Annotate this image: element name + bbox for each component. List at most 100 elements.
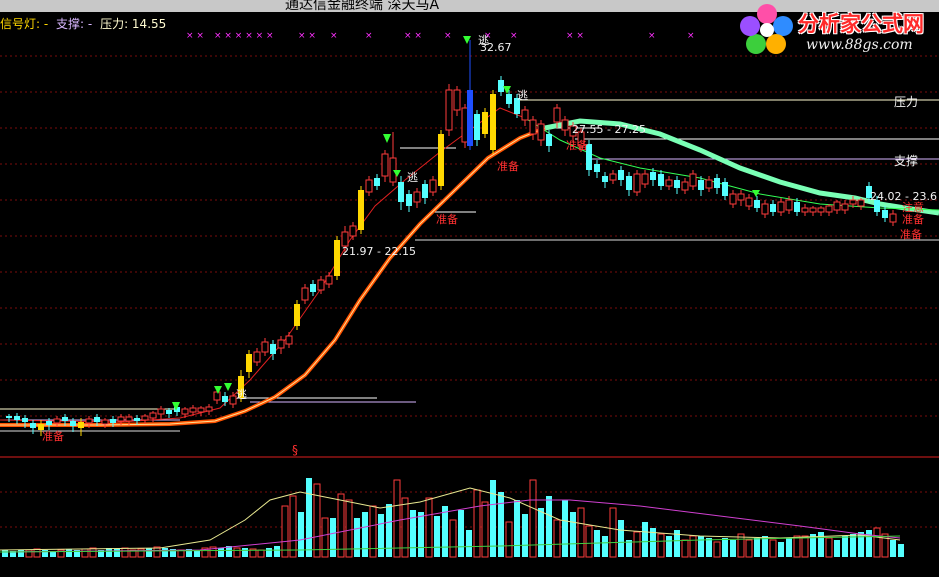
candle-body: [770, 204, 776, 212]
volume-bar: [713, 541, 721, 558]
escape-label: 逃: [236, 388, 247, 401]
volume-bar: [106, 548, 112, 557]
candle-body: [506, 94, 512, 104]
candle-body: [325, 275, 333, 285]
candle-body: [358, 190, 364, 230]
volume-bar: [769, 539, 777, 558]
candle-body: [745, 197, 753, 207]
candle-body: [365, 179, 373, 193]
volume-bar: [321, 517, 329, 558]
candle-body: [398, 182, 404, 202]
volume-bar: [266, 548, 272, 557]
prepare-label: 准备: [900, 228, 922, 241]
candle-body: [101, 419, 109, 425]
candle-body: [857, 199, 865, 207]
volume-bar: [546, 496, 552, 557]
candle-body: [445, 89, 453, 131]
pressure-readout: 压力: 14.55: [100, 17, 167, 31]
candle-body: [537, 123, 545, 141]
candle-body: [833, 201, 841, 211]
volume-bar: [602, 536, 608, 557]
candle-body: [453, 89, 461, 111]
volume-bar: [233, 547, 241, 558]
indicator-readout: 信号灯: - 支撑: - 压力: 14.55: [0, 15, 170, 31]
volume-bar: [577, 507, 585, 558]
volume-bar: [25, 549, 33, 558]
volume-bar: [66, 549, 72, 557]
volume-bar: [337, 493, 345, 558]
candle-body: [374, 178, 380, 186]
candle-body: [754, 200, 760, 208]
escape-label: 逃: [407, 171, 418, 184]
candle-body: [181, 408, 189, 415]
candle-body: [317, 279, 325, 291]
logo-url: www.88gs.com: [806, 37, 913, 53]
candle-body: [521, 109, 529, 121]
volume-bar: [522, 514, 528, 557]
candle-body: [794, 202, 800, 212]
kline-chart[interactable]: × × × × × × × × × × × × × × × × × × × × …: [0, 0, 939, 577]
candle-body: [253, 351, 261, 363]
magenta-marker-row: × × × × × × × × × × × × × × × × × × × × …: [186, 31, 695, 41]
volume-bar: [449, 519, 457, 558]
candle-body: [166, 410, 172, 414]
range-top-label: 27.55 - 27.25: [572, 123, 646, 136]
candle-body: [222, 396, 228, 402]
candle-body: [341, 231, 349, 247]
svg-text:× ×: × ×: [404, 31, 422, 41]
logo-title: 分析家公式网: [798, 12, 924, 36]
flower-icon: [740, 4, 793, 54]
volume-bar: [514, 500, 520, 557]
svg-text:× × × × × ×: × × × × × ×: [214, 31, 274, 41]
candle-body: [626, 176, 632, 190]
candle-body: [189, 407, 197, 413]
volume-bar: [642, 522, 648, 557]
prepare-label: 准备: [497, 160, 519, 173]
volume-bar: [281, 505, 289, 558]
pressure-tag: 压力: [894, 95, 919, 109]
volume-bar: [633, 531, 641, 558]
volume-bar: [442, 506, 448, 557]
candle-body: [30, 423, 36, 428]
candle-body: [6, 416, 12, 418]
candle-body: [490, 94, 496, 150]
candle-body: [14, 416, 20, 420]
volume-bars: [2, 478, 904, 558]
candle-body: [334, 240, 340, 276]
candle-body: [674, 180, 680, 188]
candle-body: [665, 179, 673, 187]
prepare-tag: 准备: [902, 213, 924, 226]
candle-body: [777, 201, 785, 213]
volume-bar: [553, 519, 561, 558]
candle-body: [78, 422, 84, 428]
candle-body: [213, 391, 221, 401]
candle-body: [658, 174, 664, 186]
candle-body: [70, 421, 76, 426]
candle-body: [46, 421, 52, 425]
candle-body: [277, 339, 285, 349]
candle-body: [413, 191, 421, 203]
candle-body: [422, 184, 428, 198]
candle-body: [801, 207, 809, 213]
volume-bar: [458, 510, 464, 557]
volume-bar: [538, 508, 544, 557]
candle-body: [633, 173, 641, 193]
prepare-label: 准备: [436, 213, 458, 226]
candle-body: [406, 194, 412, 206]
candle-body: [705, 179, 713, 189]
candle-body: [261, 341, 269, 353]
candle-body: [529, 119, 537, 135]
candle-body: [474, 114, 480, 140]
candle-body: [270, 344, 276, 354]
svg-text:×: ×: [687, 31, 695, 41]
candle-body: [429, 179, 437, 193]
volume-bar: [793, 535, 801, 558]
volume-bar: [786, 538, 792, 557]
candlesticks: [6, 40, 897, 436]
escape-label: 逃: [478, 34, 489, 47]
volume-bar: [825, 537, 833, 558]
candle-body: [310, 284, 316, 292]
prepare-label: 准备: [566, 139, 588, 152]
candle-body: [246, 354, 252, 372]
volume-bar: [330, 518, 336, 557]
